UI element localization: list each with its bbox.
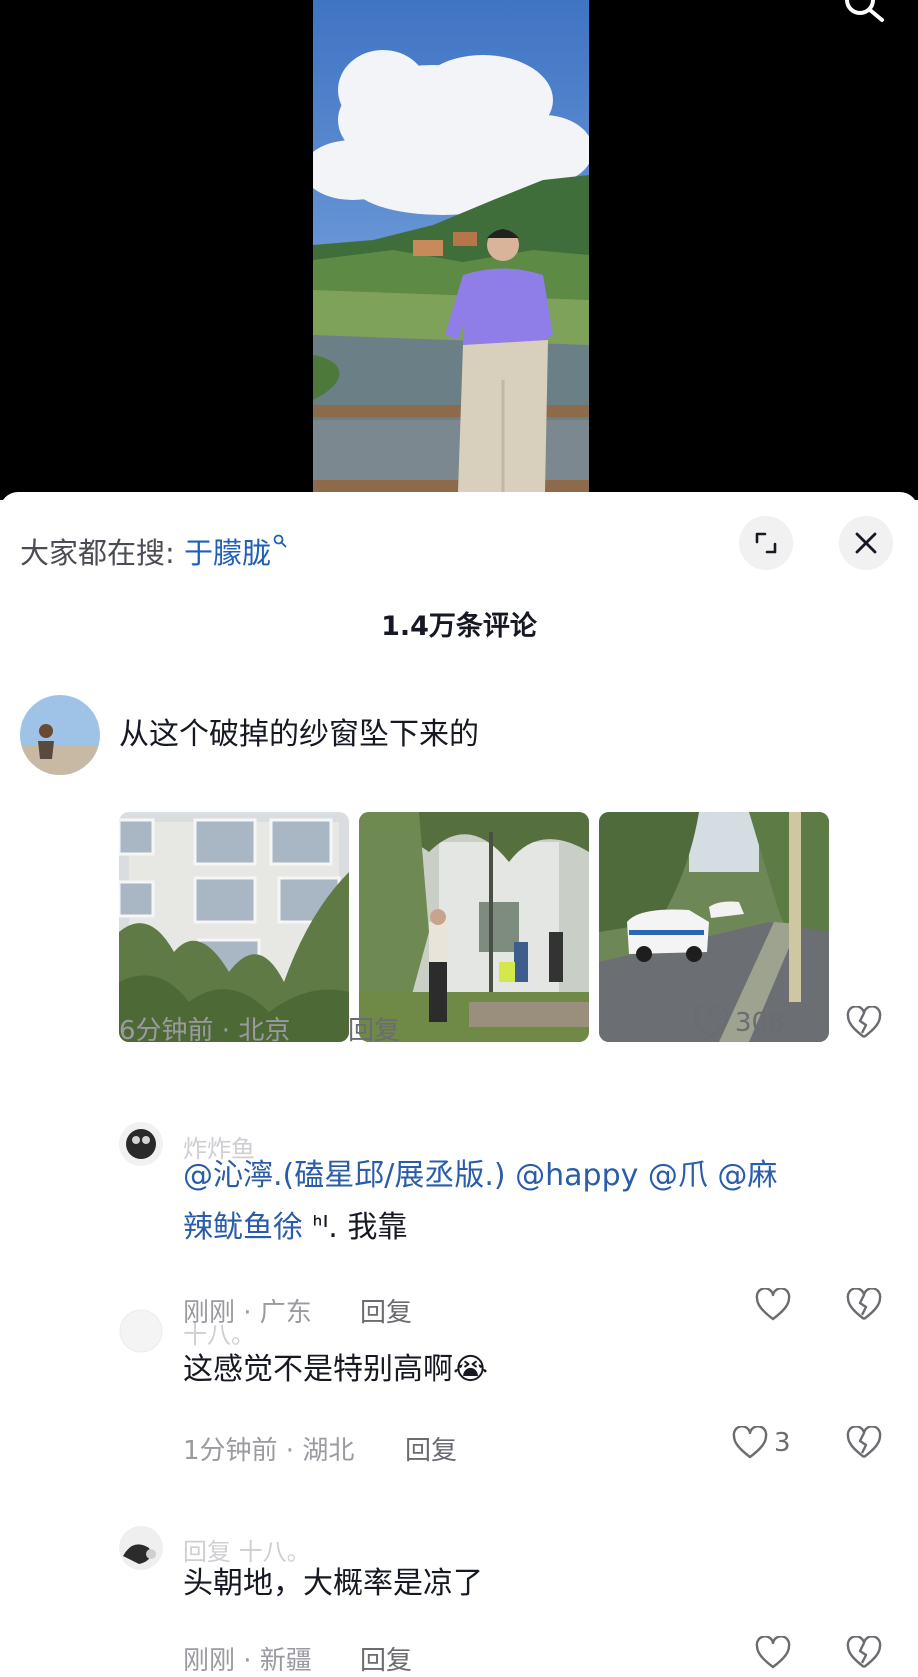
reply-time-location: 刚刚 · 新疆	[183, 1646, 312, 1676]
close-icon	[855, 532, 877, 554]
comment-image[interactable]	[119, 812, 349, 1042]
reply-button[interactable]: 回复	[348, 1010, 400, 1047]
avatar[interactable]	[119, 1122, 163, 1166]
like-button[interactable]: 3	[732, 1426, 791, 1460]
trending-search-keyword[interactable]: 于朦胧	[184, 536, 271, 570]
like-button[interactable]	[755, 1288, 797, 1322]
reply-button[interactable]: 回复	[405, 1430, 457, 1467]
dislike-button[interactable]	[846, 1287, 882, 1326]
video-frame[interactable]	[313, 0, 589, 492]
reply-text: 这感觉不是特别高啊😭	[183, 1352, 489, 1387]
trending-search-prefix: 大家都在搜:	[20, 536, 175, 570]
like-button[interactable]: 308	[693, 1006, 785, 1040]
video-player[interactable]	[0, 0, 918, 500]
like-count: 308	[735, 1008, 785, 1038]
expand-icon	[755, 532, 777, 554]
broken-heart-icon	[846, 1635, 882, 1668]
broken-heart-icon	[846, 1287, 882, 1320]
broken-heart-icon	[846, 1425, 882, 1458]
heart-icon	[693, 1006, 729, 1039]
broken-heart-icon	[846, 1005, 882, 1038]
comment-image[interactable]	[359, 812, 589, 1042]
reply-time-location: 1分钟前 · 湖北	[183, 1436, 355, 1466]
dislike-button[interactable]	[846, 1005, 882, 1044]
heart-icon	[755, 1636, 791, 1669]
heart-icon	[755, 1288, 791, 1321]
mention-link[interactable]: 辣鱿鱼徐	[183, 1210, 303, 1245]
dislike-button[interactable]	[846, 1635, 882, 1674]
like-button[interactable]	[755, 1636, 797, 1670]
avatar[interactable]	[20, 695, 100, 775]
close-button[interactable]	[839, 516, 893, 570]
reply-text-tail: ᑋᑊ. 我靠	[312, 1210, 408, 1245]
like-count: 3	[774, 1428, 791, 1458]
expand-button[interactable]	[739, 516, 793, 570]
dislike-button[interactable]	[846, 1425, 882, 1464]
reply-button[interactable]: 回复	[360, 1640, 412, 1677]
avatar[interactable]	[119, 1309, 163, 1353]
reply-text: 头朝地，大概率是凉了	[183, 1566, 483, 1601]
comment-panel: 大家都在搜: 于朦胧 1.4万条评论 从这个破掉的纱窗坠下来的 6分钟前 · 北…	[0, 492, 918, 1676]
comment-count: 1.4万条评论	[381, 611, 537, 642]
comment-text: 从这个破掉的纱窗坠下来的	[119, 717, 479, 752]
reply-button[interactable]: 回复	[360, 1292, 412, 1329]
comment-time-location: 6分钟前 · 北京	[119, 1016, 291, 1046]
video-thumbnail	[313, 0, 589, 492]
small-search-icon	[273, 534, 287, 548]
reply-text: @沁濘.(磕星邱/展丞版.) @happy @爪 @麻 辣鱿鱼徐 ᑋᑊ. 我靠	[183, 1150, 883, 1254]
search-icon[interactable]	[840, 0, 888, 28]
mention-link[interactable]: @沁濘.(磕星邱/展丞版.) @happy @爪 @麻	[183, 1158, 777, 1193]
trending-search-hint[interactable]: 大家都在搜: 于朦胧	[20, 530, 287, 572]
avatar[interactable]	[119, 1526, 163, 1570]
heart-icon	[732, 1426, 768, 1459]
